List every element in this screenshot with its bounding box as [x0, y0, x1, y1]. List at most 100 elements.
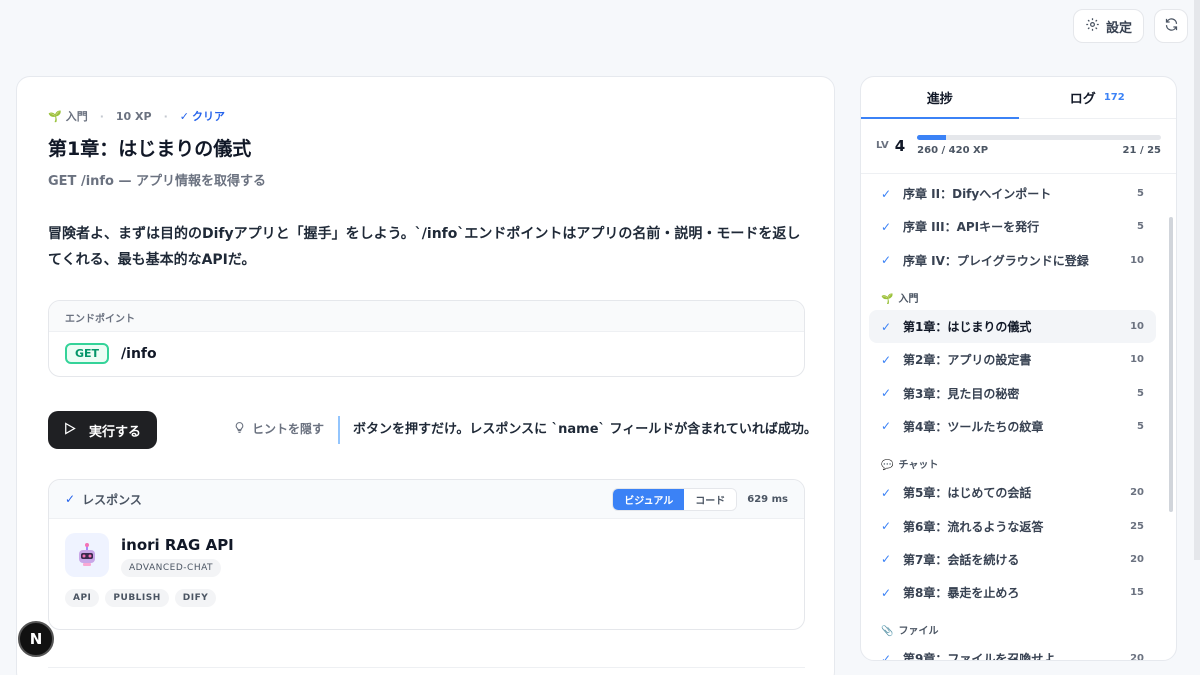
check-icon: ✓ — [881, 319, 892, 334]
paperclip-icon: 📎 — [881, 626, 894, 638]
list-item[interactable]: ✓ 第9章：ファイルを召喚せよ 20 — [869, 642, 1156, 661]
section-label: チャット — [898, 460, 939, 472]
chapter-label: 第6章：流れるような返答 — [903, 519, 1044, 534]
list-item[interactable]: ✓ 序章 IV：プレイグラウンドに登録 10 — [869, 244, 1156, 277]
xp-bar-fill — [917, 135, 947, 140]
n-logo-button[interactable]: N — [18, 621, 54, 657]
tab-log[interactable]: ログ 172 — [1019, 77, 1177, 118]
chapter-label: 序章 IV：プレイグラウンドに登録 — [903, 253, 1089, 268]
page-scrollbar[interactable] — [1194, 0, 1200, 560]
chapter-label: 第8章：暴走を止めろ — [903, 586, 1020, 601]
level-summary: LV 4 260 / 420 XP 21 / 25 — [876, 135, 1161, 156]
refresh-button[interactable] — [1154, 9, 1188, 43]
tag: DIFY — [174, 589, 217, 607]
list-item[interactable]: ✓ 第5章：はじめての会話 20 — [869, 476, 1156, 509]
chapter-xp: 5 — [1137, 387, 1144, 399]
settings-button[interactable]: 設定 — [1072, 9, 1144, 43]
response-label: レスポンス — [82, 492, 142, 507]
list-item[interactable]: ✓ 第2章：アプリの設定書 10 — [869, 343, 1156, 376]
list-item[interactable]: ✓ 第8章：暴走を止めろ 15 — [869, 576, 1156, 609]
list-item[interactable]: ✓ 第6章：流れるような返答 25 — [869, 509, 1156, 542]
chapter-xp: 5 — [1137, 420, 1144, 432]
check-icon: ✓ — [65, 492, 76, 506]
chapter-label: 第5章：はじめての会話 — [903, 486, 1032, 501]
chapter-label: 第4章：ツールたちの紋章 — [903, 419, 1044, 434]
meta-separator: · — [99, 109, 104, 123]
endpoint-row: GET /info — [49, 332, 804, 375]
section-label: ファイル — [898, 626, 939, 638]
xp-progress: 260 / 420 XP 21 / 25 — [917, 135, 1161, 156]
endpoint-path: /info — [121, 345, 157, 362]
chapter-label: 第9章：ファイルを召喚せよ — [903, 652, 1056, 661]
chapter-xp: 5 — [1137, 221, 1144, 233]
section-header: 🌱 入門 — [869, 277, 1156, 310]
list-item[interactable]: ✓ 第4章：ツールたちの紋章 5 — [869, 410, 1156, 443]
tag-list: API PUBLISH DIFY — [49, 577, 804, 607]
list-item[interactable]: ✓ 序章 III：APIキーを発行 5 — [869, 210, 1156, 243]
chapter-xp: 20 — [1130, 487, 1144, 499]
lesson-card: 🌱 入門 · 10 XP · ✓ クリア 第1章：はじまりの儀式 GET /in… — [16, 76, 835, 675]
endpoint-header: エンドポイント — [49, 301, 804, 332]
app-info: inori RAG API ADVANCED-CHAT — [49, 519, 804, 577]
run-button[interactable]: 実行する — [48, 411, 157, 449]
view-visual-button[interactable]: ビジュアル — [613, 488, 685, 510]
level-number: 4 — [894, 136, 906, 155]
app-name: inori RAG API — [121, 536, 234, 554]
check-icon: ✓ — [881, 186, 892, 201]
progress-panel: 進捗 ログ 172 LV 4 260 / 420 XP 21 / 25 ✓ 序章 … — [860, 76, 1177, 661]
speech-bubble-icon: 💬 — [881, 460, 894, 472]
check-icon: ✓ — [881, 552, 892, 567]
chapter-list: ✓ 序章 II：Difyへインポート 5 ✓ 序章 III：APIキーを発行 5 ✓ 序章… — [869, 177, 1156, 661]
run-label: 実行する — [89, 424, 142, 440]
section-header: 💬 チャット — [869, 443, 1156, 476]
chapter-xp: 25 — [1130, 520, 1144, 532]
method-badge: GET — [65, 343, 110, 364]
view-toggle: ビジュアル コード — [612, 487, 738, 511]
elapsed-time: 629 ms — [747, 493, 788, 505]
chapter-label: 第1章：はじまりの儀式 — [903, 320, 1032, 335]
list-item[interactable]: ✓ 第1章：はじまりの儀式 10 — [869, 309, 1156, 344]
check-icon: ✓ — [881, 585, 892, 600]
xp-text: 260 / 420 XP — [917, 145, 989, 156]
chapter-label: 序章 III：APIキーを発行 — [903, 220, 1040, 235]
xp-label: 10 XP — [115, 109, 152, 123]
xp-bar — [917, 135, 1161, 140]
chapter-label: 第2章：アプリの設定書 — [903, 353, 1032, 368]
check-icon: ✓ — [881, 651, 892, 661]
app-mode-badge: ADVANCED-CHAT — [121, 559, 222, 577]
chapter-xp: 15 — [1130, 587, 1144, 599]
lightbulb-icon — [233, 421, 246, 437]
chapter-xp: 20 — [1130, 553, 1144, 565]
list-item[interactable]: ✓ 第7章：会話を続ける 20 — [869, 543, 1156, 576]
hint-text: ボタンを押すだけ。レスポンスに `name` フィールドが含まれていれば成功。 — [338, 416, 817, 444]
chapter-xp: 10 — [1130, 254, 1144, 266]
tag: PUBLISH — [105, 589, 169, 607]
check-icon: ✓ — [881, 219, 892, 234]
chapter-xp: 20 — [1130, 653, 1144, 661]
chapter-label: 第3章：見た目の秘密 — [903, 386, 1020, 401]
tab-label: ログ — [1069, 92, 1096, 107]
panel-tabs: 進捗 ログ 172 — [861, 77, 1176, 119]
panel-scrollbar[interactable] — [1169, 217, 1173, 512]
divider — [861, 173, 1176, 174]
tab-progress[interactable]: 進捗 — [861, 77, 1019, 119]
list-item[interactable]: ✓ 第3章：見た目の秘密 5 — [869, 376, 1156, 409]
list-item[interactable]: ✓ 序章 II：Difyへインポート 5 — [869, 177, 1156, 210]
settings-label: 設定 — [1105, 20, 1132, 36]
meta-separator: · — [163, 109, 168, 123]
check-icon: ✓ — [881, 352, 892, 367]
view-code-button[interactable]: コード — [684, 488, 737, 510]
level-label: LV — [876, 140, 889, 151]
chapter-label: 第7章：会話を続ける — [903, 552, 1020, 567]
page-title: 第1章：はじまりの儀式 — [48, 138, 252, 160]
refresh-icon — [1164, 17, 1179, 36]
check-icon: ✓ — [179, 109, 189, 123]
check-icon: ✓ — [881, 419, 892, 434]
hint-toggle-button[interactable]: ヒントを隠す — [233, 420, 324, 437]
chapter-xp: 5 — [1137, 188, 1144, 200]
status-badge: ✓ クリア — [180, 108, 225, 124]
check-icon: ✓ — [881, 485, 892, 500]
response-header: ✓ レスポンス ビジュアル コード 629 ms — [49, 480, 804, 519]
lesson-description: 冒険者よ、まずは目的のDifyアプリと「握手」をしよう。`/info`エンドポイ… — [48, 226, 801, 268]
chapter-label: 序章 II：Difyへインポート — [903, 187, 1052, 202]
